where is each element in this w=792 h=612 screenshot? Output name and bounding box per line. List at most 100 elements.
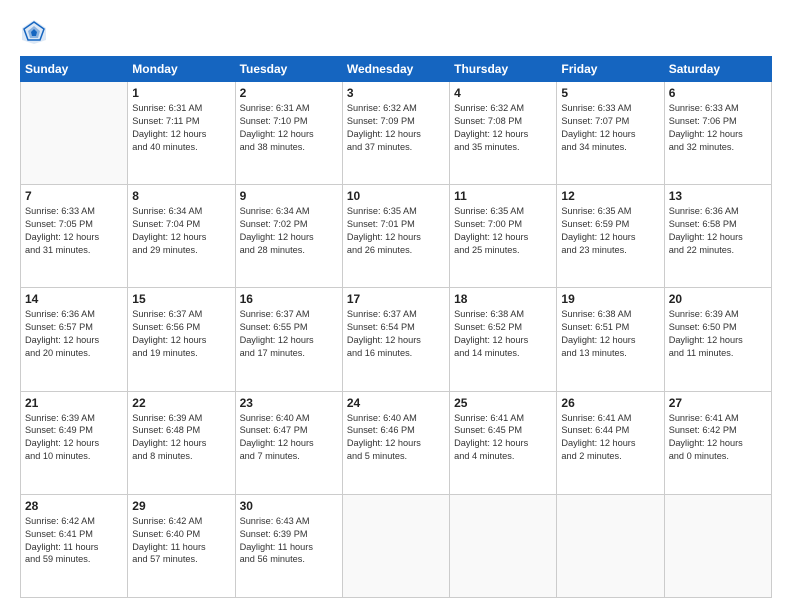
day-number: 15 — [132, 292, 230, 306]
day-cell: 9 Sunrise: 6:34 AMSunset: 7:02 PMDaylight… — [235, 185, 342, 288]
day-cell: 20 Sunrise: 6:39 AMSunset: 6:50 PMDayligh… — [664, 288, 771, 391]
day-cell: 22 Sunrise: 6:39 AMSunset: 6:48 PMDayligh… — [128, 391, 235, 494]
day-number: 20 — [669, 292, 767, 306]
day-info: Sunrise: 6:34 AMSunset: 7:02 PMDaylight:… — [240, 205, 338, 257]
header — [20, 18, 772, 46]
day-info: Sunrise: 6:35 AMSunset: 6:59 PMDaylight:… — [561, 205, 659, 257]
day-cell: 23 Sunrise: 6:40 AMSunset: 6:47 PMDayligh… — [235, 391, 342, 494]
week-row-2: 7 Sunrise: 6:33 AMSunset: 7:05 PMDaylight… — [21, 185, 772, 288]
day-number: 3 — [347, 86, 445, 100]
day-cell: 5Sunrise: 6:33 AMSunset: 7:07 PMDaylight… — [557, 82, 664, 185]
day-cell: 6 Sunrise: 6:33 AMSunset: 7:06 PMDaylight… — [664, 82, 771, 185]
day-number: 21 — [25, 396, 123, 410]
day-info: Sunrise: 6:39 AMSunset: 6:49 PMDaylight:… — [25, 412, 123, 464]
day-info: Sunrise: 6:31 AMSunset: 7:10 PMDaylight:… — [240, 102, 338, 154]
day-number: 12 — [561, 189, 659, 203]
day-cell: 28 Sunrise: 6:42 AMSunset: 6:41 PMDayligh… — [21, 494, 128, 597]
day-cell: 2 Sunrise: 6:31 AMSunset: 7:10 PMDaylight… — [235, 82, 342, 185]
calendar-page: SundayMondayTuesdayWednesdayThursdayFrid… — [0, 0, 792, 612]
week-row-5: 28 Sunrise: 6:42 AMSunset: 6:41 PMDayligh… — [21, 494, 772, 597]
day-info: Sunrise: 6:40 AMSunset: 6:46 PMDaylight:… — [347, 412, 445, 464]
day-cell: 8 Sunrise: 6:34 AMSunset: 7:04 PMDaylight… — [128, 185, 235, 288]
day-info: Sunrise: 6:31 AMSunset: 7:11 PMDaylight:… — [132, 102, 230, 154]
day-info: Sunrise: 6:42 AMSunset: 6:40 PMDaylight:… — [132, 515, 230, 567]
day-info: Sunrise: 6:38 AMSunset: 6:51 PMDaylight:… — [561, 308, 659, 360]
day-info: Sunrise: 6:36 AMSunset: 6:58 PMDaylight:… — [669, 205, 767, 257]
day-number: 4 — [454, 86, 552, 100]
day-cell: 3 Sunrise: 6:32 AMSunset: 7:09 PMDaylight… — [342, 82, 449, 185]
day-number: 8 — [132, 189, 230, 203]
day-number: 7 — [25, 189, 123, 203]
day-number: 22 — [132, 396, 230, 410]
day-cell: 4 Sunrise: 6:32 AMSunset: 7:08 PMDaylight… — [450, 82, 557, 185]
day-info: Sunrise: 6:32 AMSunset: 7:08 PMDaylight:… — [454, 102, 552, 154]
day-number: 11 — [454, 189, 552, 203]
day-info: Sunrise: 6:33 AMSunset: 7:05 PMDaylight:… — [25, 205, 123, 257]
week-row-1: 1 Sunrise: 6:31 AMSunset: 7:11 PMDaylight… — [21, 82, 772, 185]
day-number: 28 — [25, 499, 123, 513]
day-number: 6 — [669, 86, 767, 100]
weekday-row: SundayMondayTuesdayWednesdayThursdayFrid… — [21, 57, 772, 82]
weekday-header-saturday: Saturday — [664, 57, 771, 82]
day-number: 2 — [240, 86, 338, 100]
day-number: 17 — [347, 292, 445, 306]
day-info: Sunrise: 6:34 AMSunset: 7:04 PMDaylight:… — [132, 205, 230, 257]
day-info: Sunrise: 6:39 AMSunset: 6:50 PMDaylight:… — [669, 308, 767, 360]
day-info: Sunrise: 6:32 AMSunset: 7:09 PMDaylight:… — [347, 102, 445, 154]
day-cell — [450, 494, 557, 597]
day-number: 23 — [240, 396, 338, 410]
day-number: 1 — [132, 86, 230, 100]
day-cell: 17 Sunrise: 6:37 AMSunset: 6:54 PMDayligh… — [342, 288, 449, 391]
day-info: Sunrise: 6:36 AMSunset: 6:57 PMDaylight:… — [25, 308, 123, 360]
day-info: Sunrise: 6:41 AMSunset: 6:42 PMDaylight:… — [669, 412, 767, 464]
logo-icon — [20, 18, 48, 46]
day-number: 24 — [347, 396, 445, 410]
day-number: 19 — [561, 292, 659, 306]
day-number: 25 — [454, 396, 552, 410]
day-info: Sunrise: 6:35 AMSunset: 7:01 PMDaylight:… — [347, 205, 445, 257]
day-number: 26 — [561, 396, 659, 410]
calendar-table: SundayMondayTuesdayWednesdayThursdayFrid… — [20, 56, 772, 598]
week-row-3: 14Sunrise: 6:36 AMSunset: 6:57 PMDayligh… — [21, 288, 772, 391]
calendar-body: 1 Sunrise: 6:31 AMSunset: 7:11 PMDaylight… — [21, 82, 772, 598]
weekday-header-friday: Friday — [557, 57, 664, 82]
weekday-header-monday: Monday — [128, 57, 235, 82]
day-info: Sunrise: 6:39 AMSunset: 6:48 PMDaylight:… — [132, 412, 230, 464]
day-cell: 19 Sunrise: 6:38 AMSunset: 6:51 PMDayligh… — [557, 288, 664, 391]
day-info: Sunrise: 6:37 AMSunset: 6:56 PMDaylight:… — [132, 308, 230, 360]
day-cell — [342, 494, 449, 597]
weekday-header-sunday: Sunday — [21, 57, 128, 82]
day-cell: 27 Sunrise: 6:41 AMSunset: 6:42 PMDayligh… — [664, 391, 771, 494]
day-number: 29 — [132, 499, 230, 513]
day-info: Sunrise: 6:35 AMSunset: 7:00 PMDaylight:… — [454, 205, 552, 257]
day-cell: 10 Sunrise: 6:35 AMSunset: 7:01 PMDayligh… — [342, 185, 449, 288]
day-cell: 15 Sunrise: 6:37 AMSunset: 6:56 PMDayligh… — [128, 288, 235, 391]
day-cell — [21, 82, 128, 185]
day-cell: 25 Sunrise: 6:41 AMSunset: 6:45 PMDayligh… — [450, 391, 557, 494]
day-cell: 14Sunrise: 6:36 AMSunset: 6:57 PMDayligh… — [21, 288, 128, 391]
day-cell: 30 Sunrise: 6:43 AMSunset: 6:39 PMDayligh… — [235, 494, 342, 597]
weekday-header-wednesday: Wednesday — [342, 57, 449, 82]
day-cell: 1 Sunrise: 6:31 AMSunset: 7:11 PMDaylight… — [128, 82, 235, 185]
day-number: 27 — [669, 396, 767, 410]
day-cell: 16Sunrise: 6:37 AMSunset: 6:55 PMDayligh… — [235, 288, 342, 391]
calendar-header: SundayMondayTuesdayWednesdayThursdayFrid… — [21, 57, 772, 82]
day-number: 9 — [240, 189, 338, 203]
day-info: Sunrise: 6:43 AMSunset: 6:39 PMDaylight:… — [240, 515, 338, 567]
logo — [20, 18, 52, 46]
day-cell: 11 Sunrise: 6:35 AMSunset: 7:00 PMDayligh… — [450, 185, 557, 288]
day-cell: 24 Sunrise: 6:40 AMSunset: 6:46 PMDayligh… — [342, 391, 449, 494]
day-info: Sunrise: 6:40 AMSunset: 6:47 PMDaylight:… — [240, 412, 338, 464]
day-cell: 26Sunrise: 6:41 AMSunset: 6:44 PMDayligh… — [557, 391, 664, 494]
weekday-header-thursday: Thursday — [450, 57, 557, 82]
day-info: Sunrise: 6:37 AMSunset: 6:54 PMDaylight:… — [347, 308, 445, 360]
day-cell: 21 Sunrise: 6:39 AMSunset: 6:49 PMDayligh… — [21, 391, 128, 494]
day-number: 5 — [561, 86, 659, 100]
day-number: 30 — [240, 499, 338, 513]
day-info: Sunrise: 6:41 AMSunset: 6:45 PMDaylight:… — [454, 412, 552, 464]
day-number: 10 — [347, 189, 445, 203]
day-info: Sunrise: 6:42 AMSunset: 6:41 PMDaylight:… — [25, 515, 123, 567]
day-info: Sunrise: 6:37 AMSunset: 6:55 PMDaylight:… — [240, 308, 338, 360]
day-info: Sunrise: 6:33 AMSunset: 7:06 PMDaylight:… — [669, 102, 767, 154]
day-info: Sunrise: 6:38 AMSunset: 6:52 PMDaylight:… — [454, 308, 552, 360]
